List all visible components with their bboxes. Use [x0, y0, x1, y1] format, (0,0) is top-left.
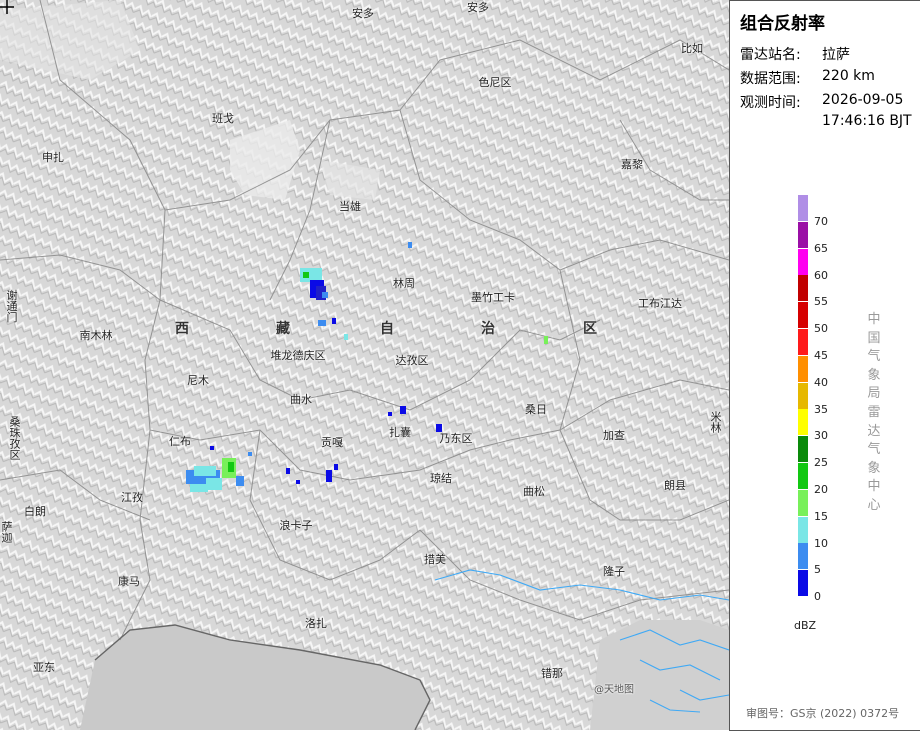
product-title: 组合反射率 [740, 14, 825, 34]
legend-label: 50 [814, 322, 828, 336]
region-label-char: 自 [380, 321, 394, 337]
place-label: 安多 [352, 7, 374, 20]
place-label: 萨迦 [0, 521, 13, 543]
place-label: 曲水 [290, 393, 312, 406]
place-label: 措美 [424, 553, 446, 566]
legend-unit: dBZ [794, 619, 817, 632]
radar-site-crosshair-icon [0, 0, 14, 14]
legend-label: 25 [814, 456, 828, 470]
legend-label: 40 [814, 375, 828, 389]
legend-label: 0 [814, 590, 821, 604]
legend-swatch [798, 543, 808, 570]
place-label: 工布江达 [638, 297, 682, 310]
time-label: 观测时间: [740, 95, 801, 111]
terrain-layer [0, 0, 729, 730]
place-label: 墨竹工卡 [471, 291, 515, 304]
legend-label: 35 [814, 402, 828, 416]
place-label: 林周 [393, 277, 415, 290]
time-date: 2026-09-05 [822, 92, 904, 108]
range-label: 数据范围: [740, 71, 801, 87]
legend-swatch [798, 221, 808, 248]
place-label: 班戈 [212, 112, 234, 125]
legend-label: 30 [814, 429, 828, 443]
map-approval-number: 审图号：GS京 (2022) 0372号 [746, 707, 900, 720]
legend-label: 45 [814, 349, 828, 362]
legend-label: 20 [814, 483, 828, 496]
legend-swatch [798, 409, 808, 436]
place-label: 洛扎 [305, 617, 327, 630]
place-label: 扎囊 [389, 426, 411, 439]
tianditu-watermark: @天地图 [594, 684, 634, 696]
region-label-char: 区 [583, 321, 597, 337]
place-label: 加查 [603, 429, 625, 442]
legend-swatch [798, 248, 808, 275]
place-label: 康马 [118, 575, 140, 588]
place-label: 谢通门 [5, 289, 18, 323]
legend-swatch [798, 195, 808, 221]
legend-label: 5 [814, 563, 821, 577]
place-label: 米林 [709, 411, 722, 433]
legend-label: 65 [814, 241, 828, 255]
place-label: 琼结 [430, 472, 452, 485]
place-label: 亚东 [33, 661, 55, 674]
place-label: 当雄 [339, 200, 361, 213]
time-clock: 17:46:16 BJT [822, 113, 912, 129]
place-label: 乃东区 [439, 432, 473, 445]
legend-swatch [798, 329, 808, 355]
place-label: 桑日 [525, 403, 547, 416]
range-value: 220 km [822, 68, 875, 84]
station-row: 雷达站名: 拉萨 [740, 44, 850, 64]
region-label-char: 治 [481, 321, 495, 337]
place-label: 达孜区 [395, 354, 429, 367]
place-label: 白朗 [24, 505, 46, 518]
place-label: 仁布 [169, 435, 191, 448]
place-label: 曲松 [523, 485, 545, 498]
place-label: 桑珠孜区 [8, 416, 21, 460]
legend-label: 60 [814, 268, 828, 282]
place-label: 浪卡子 [279, 519, 313, 532]
place-label: 错那 [541, 667, 563, 680]
place-label: 江孜 [121, 491, 143, 504]
place-label: 色尼区 [478, 76, 512, 89]
legend-label: 70 [814, 215, 828, 228]
legend-swatch [798, 516, 808, 543]
legend-label: 10 [814, 536, 828, 550]
legend-label: 15 [814, 509, 828, 523]
station-label: 雷达站名: [740, 47, 801, 63]
source-org-vertical: 中国气象局雷达气象中心 [867, 312, 881, 513]
place-label: 隆子 [603, 565, 625, 578]
region-label-char: 西 [175, 321, 189, 337]
place-label: 堆龙德庆区 [270, 349, 326, 362]
region-label-char: 藏 [276, 321, 290, 337]
place-label: 南木林 [79, 329, 113, 342]
legend-swatch [798, 355, 808, 382]
legend-swatch [798, 275, 808, 302]
time-row: 观测时间: 2026-09-05 [740, 92, 903, 112]
place-label: 朗县 [664, 479, 686, 492]
place-label: 尼木 [187, 374, 209, 387]
info-panel: 组合反射率 雷达站名: 拉萨 数据范围: 220 km 观测时间: 2026-0… [729, 0, 920, 731]
legend-label: 55 [814, 295, 828, 309]
legend-swatch [798, 436, 808, 463]
legend-swatch [798, 302, 808, 329]
place-label: 申扎 [42, 151, 64, 164]
station-value: 拉萨 [822, 47, 850, 63]
place-label: 嘉黎 [621, 158, 643, 171]
legend-swatch [798, 382, 808, 409]
radar-map[interactable]: 安多 安多 比如 色尼区 班戈 申扎 嘉黎 当雄 林周 墨竹工卡 工布江达 南木… [0, 0, 729, 730]
legend-swatch [798, 570, 808, 597]
place-label: 贡嘎 [321, 436, 343, 449]
legend-swatch [798, 489, 808, 516]
range-row: 数据范围: 220 km [740, 68, 875, 88]
legend-swatch [798, 463, 808, 489]
place-label: 比如 [681, 42, 703, 55]
place-label: 安多 [467, 1, 489, 14]
